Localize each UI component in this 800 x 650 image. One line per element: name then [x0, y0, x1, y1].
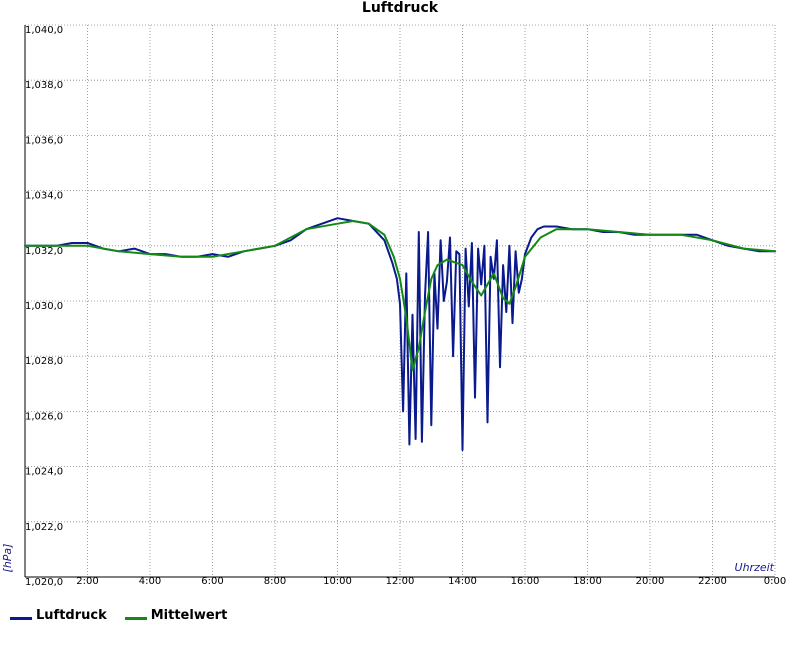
- y-tick-label: 1,028,0: [25, 356, 63, 367]
- x-tick-label: 10:00: [323, 576, 352, 587]
- x-tick-label: 16:00: [511, 576, 540, 587]
- x-tick-label: 22:00: [698, 576, 727, 587]
- y-tick-label: 1,034,0: [25, 191, 63, 202]
- y-tick-label: 1,024,0: [25, 467, 63, 478]
- legend-item-luftdruck[interactable]: Luftdruck: [10, 608, 107, 623]
- y-tick-label: 1,030,0: [25, 301, 63, 312]
- legend-label-luftdruck: Luftdruck: [36, 608, 107, 623]
- y-tick-label: 1,026,0: [25, 411, 63, 422]
- legend-swatch-luftdruck: [10, 617, 32, 620]
- x-tick-labels: 2:00 4:00 6:00 8:00 10:00 12:00 14:00 16:00 18:0…: [76, 576, 786, 587]
- y-tick-label: 1,032,0: [25, 246, 63, 257]
- x-tick-label: 8:00: [264, 576, 286, 587]
- x-tick-label: 6:00: [201, 576, 223, 587]
- legend-item-mittelwert[interactable]: Mittelwert: [124, 608, 228, 623]
- legend: Luftdruck Mittelwert: [10, 608, 227, 623]
- x-tick-label: 0:00: [764, 576, 786, 587]
- y-tick-label: 1,022,0: [25, 522, 63, 533]
- x-tick-label: 2:00: [76, 576, 98, 587]
- y-tick-label: 1,040,0: [25, 25, 63, 36]
- x-tick-label: 14:00: [448, 576, 477, 587]
- x-tick-label: 20:00: [636, 576, 665, 587]
- legend-swatch-mittelwert: [124, 617, 147, 620]
- y-tick-label: 1,038,0: [25, 80, 63, 91]
- y-axis-label: [hPa]: [1, 544, 14, 573]
- pressure-chart: Luftdruck 1,020,0 1,022,0 1,024,0 1,026,0 1,…: [1, 0, 786, 588]
- x-axis-label: Uhrzeit: [735, 561, 775, 574]
- y-tick-label: 1,036,0: [25, 135, 63, 146]
- x-tick-label: 18:00: [573, 576, 602, 587]
- y-tick-label: 1,020,0: [25, 577, 63, 588]
- legend-label-mittelwert: Mittelwert: [150, 608, 228, 623]
- x-tick-label: 4:00: [139, 576, 161, 587]
- chart-title: Luftdruck: [362, 0, 439, 16]
- x-tick-label: 12:00: [386, 576, 415, 587]
